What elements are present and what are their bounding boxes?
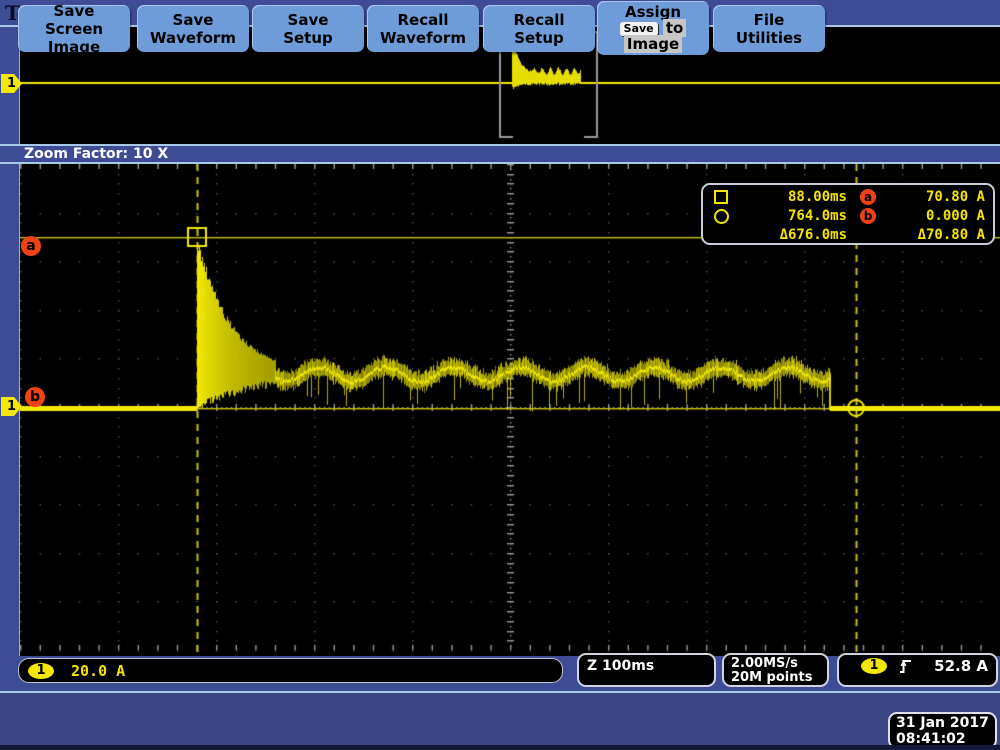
channel1-badge-icon: 1 (28, 662, 54, 679)
cursor-delta-time: Δ676.0ms (779, 227, 847, 243)
cursor-a-time: 88.00ms (787, 189, 847, 205)
cursor-b-time: 764.0ms (787, 208, 847, 224)
zoom-timebase-value: Z 100ms (587, 658, 655, 674)
save-waveform-button[interactable]: Save Waveform (137, 5, 249, 52)
trigger-readout[interactable]: 1 52.8 A (837, 653, 998, 687)
zoom-factor-label: Zoom Factor: 10 X (24, 146, 169, 162)
save-key-icon: Save (619, 21, 658, 36)
cursor-b-row: 764.0ms b 0.000 A (703, 207, 993, 225)
cursor-a-badge-icon: a (860, 189, 876, 205)
channel1-scale-readout[interactable]: 1 20.0 A (18, 658, 563, 683)
cursor-b-marker[interactable]: b (25, 387, 45, 407)
square-cursor-icon (703, 190, 739, 204)
cursor-b-badge-icon: b (860, 208, 876, 224)
recall-waveform-button[interactable]: Recall Waveform (367, 5, 479, 52)
acquisition-readout[interactable]: 2.00MS/s 20M points (722, 653, 829, 687)
rising-edge-icon (900, 659, 911, 673)
assign-save-button[interactable]: Assign Save to Image (597, 1, 709, 55)
cursor-a-value: 70.80 A (925, 189, 985, 205)
cursor-a-row: 88.00ms a 70.80 A (703, 188, 993, 206)
datetime-readout: 31 Jan 2017 08:41:02 (888, 712, 997, 749)
soft-menu-strip (0, 691, 1000, 750)
assign-target-label: Image (623, 35, 683, 53)
save-screen-image-button[interactable]: Save Screen Image (18, 2, 130, 56)
trigger-source-badge-icon: 1 (861, 658, 887, 674)
bottom-edge-strip (0, 745, 1000, 750)
trigger-level-value: 52.8 A (934, 657, 988, 675)
zoom-timebase-readout[interactable]: Z 100ms (577, 653, 716, 687)
cursor-delta-row: Δ676.0ms Δ70.80 A (703, 226, 993, 244)
circle-cursor-icon (703, 208, 739, 224)
cursor-readout-box: 88.00ms a 70.80 A 764.0ms b 0.000 A Δ676… (701, 183, 995, 245)
cursor-delta-value: Δ70.80 A (917, 227, 985, 243)
cursor-a-marker[interactable]: a (21, 236, 41, 256)
recall-setup-button[interactable]: Recall Setup (483, 5, 595, 52)
record-length-value: 20M points (731, 670, 813, 685)
sample-rate-value: 2.00MS/s (731, 656, 798, 671)
oscilloscope-screen: Tek PreVu M 1.00 s 1 Zoom Factor: 10 X a… (0, 0, 1000, 750)
zoom-factor-bar: Zoom Factor: 10 X (0, 144, 1000, 164)
date-value: 31 Jan 2017 (896, 715, 989, 731)
file-utilities-button[interactable]: File Utilities (713, 5, 825, 52)
channel1-scale-value: 20.0 A (71, 661, 126, 680)
cursor-b-value: 0.000 A (925, 208, 985, 224)
save-setup-button[interactable]: Save Setup (252, 5, 364, 52)
